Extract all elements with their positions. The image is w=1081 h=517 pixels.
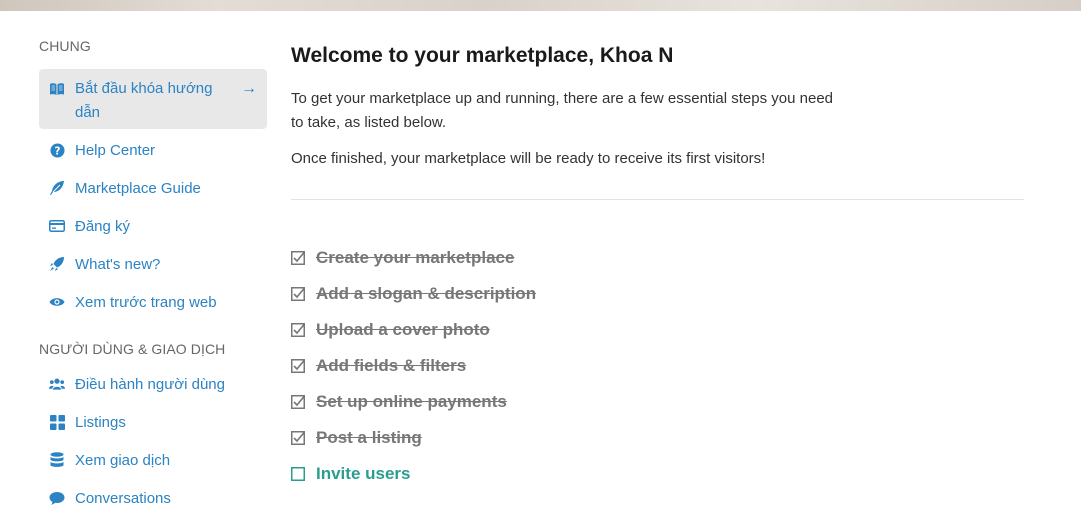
- sidebar-item-transactions[interactable]: Xem giao dịch: [39, 441, 267, 479]
- eye-icon: [49, 294, 65, 310]
- grid-icon: [49, 414, 65, 430]
- question-circle-icon: ?: [49, 142, 65, 158]
- sidebar-item-start-tutorial[interactable]: Bắt đầu khóa hướng dẫn →: [39, 69, 267, 129]
- admin-sidebar: CHUNG Bắt đầu khóa hướng dẫn → ? Help Ce…: [39, 36, 267, 517]
- sidebar-item-label: Xem trước trang web: [75, 293, 217, 311]
- onboarding-checklist: Create your marketplace Add a slogan & d…: [291, 240, 1024, 492]
- sidebar-item-manage-users[interactable]: Điều hành người dùng: [39, 365, 267, 403]
- feather-icon: [49, 180, 65, 196]
- section-title-users-transactions: NGƯỜI DÙNG & GIAO DỊCH: [39, 341, 226, 357]
- chat-bubble-icon: [49, 490, 65, 506]
- checklist-item-add-slogan[interactable]: Add a slogan & description: [291, 276, 1024, 312]
- checklist-item-invite-users[interactable]: Invite users: [291, 456, 1024, 492]
- checklist-item-post-listing[interactable]: Post a listing: [291, 420, 1024, 456]
- checked-box-icon: [291, 431, 305, 445]
- checklist-item-online-payments[interactable]: Set up online payments: [291, 384, 1024, 420]
- sidebar-item-label: Đăng ký: [75, 217, 131, 235]
- cover-image-strip: [0, 0, 1081, 11]
- sidebar-item-label: Xem giao dịch: [75, 451, 171, 469]
- checked-box-icon: [291, 323, 305, 337]
- checked-box-icon: [291, 395, 305, 409]
- users-icon: [49, 376, 65, 392]
- checked-box-icon: [291, 251, 305, 265]
- checklist-item-create-marketplace[interactable]: Create your marketplace: [291, 240, 1024, 276]
- sidebar-item-label: Conversations: [75, 489, 171, 507]
- sidebar-item-label: Bắt đầu khóa hướng dẫn: [75, 80, 213, 121]
- book-open-icon: [49, 81, 65, 97]
- sidebar-item-marketplace-guide[interactable]: Marketplace Guide: [39, 169, 267, 207]
- sidebar-item-whats-new[interactable]: What's new?: [39, 245, 267, 283]
- sidebar-item-conversations[interactable]: Conversations: [39, 479, 267, 517]
- sidebar-item-label: Listings: [75, 413, 126, 431]
- checklist-item-label: Create your marketplace: [316, 248, 515, 267]
- divider: [291, 199, 1024, 200]
- sidebar-item-label: Điều hành người dùng: [75, 375, 225, 393]
- sidebar-item-subscription[interactable]: Đăng ký: [39, 207, 267, 245]
- sidebar-item-listings[interactable]: Listings: [39, 403, 267, 441]
- arrow-right-icon: →: [241, 80, 257, 97]
- checklist-item-upload-cover[interactable]: Upload a cover photo: [291, 312, 1024, 348]
- checklist-item-label: Add a slogan & description: [316, 284, 537, 303]
- section-title-general: CHUNG: [39, 38, 91, 54]
- main-content: Welcome to your marketplace, Khoa N To g…: [291, 40, 1024, 492]
- checklist-item-label: Add fields & filters: [316, 356, 467, 375]
- sidebar-item-help-center[interactable]: ? Help Center: [39, 131, 267, 169]
- rocket-icon: [49, 256, 65, 272]
- sidebar-item-preview-site[interactable]: Xem trước trang web: [39, 283, 267, 321]
- credit-card-icon: [49, 218, 65, 234]
- checklist-item-label: Set up online payments: [316, 392, 507, 411]
- checklist-item-add-fields[interactable]: Add fields & filters: [291, 348, 1024, 384]
- sidebar-item-label: What's new?: [75, 255, 161, 273]
- sidebar-item-label: Help Center: [75, 141, 156, 159]
- sidebar-item-label: Marketplace Guide: [75, 179, 201, 197]
- checked-box-icon: [291, 359, 305, 373]
- page-title: Welcome to your marketplace, Khoa N: [291, 44, 674, 67]
- intro-text: To get your marketplace up and running, …: [291, 90, 833, 131]
- finished-text: Once finished, your marketplace will be …: [291, 150, 766, 167]
- checked-box-icon: [291, 287, 305, 301]
- checklist-item-label: Upload a cover photo: [316, 320, 490, 339]
- svg-text:?: ?: [54, 145, 60, 157]
- checklist-item-label: Invite users: [316, 464, 411, 483]
- checklist-item-label: Post a listing: [316, 428, 422, 447]
- database-icon: [49, 452, 65, 468]
- unchecked-box-icon: [291, 467, 305, 481]
